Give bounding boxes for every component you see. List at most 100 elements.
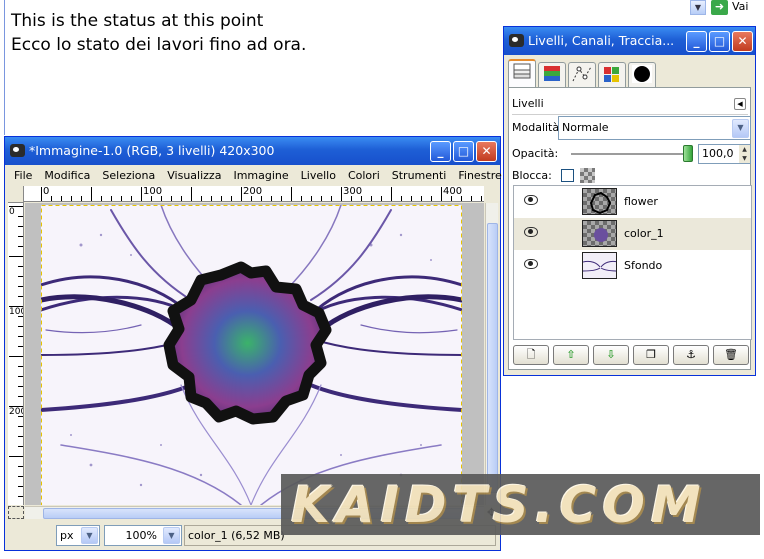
layer-buttons: 🗋 ⇧ ⇩ ❐ ⚓ 🗑	[513, 345, 752, 367]
lock-pixels-checkbox[interactable]	[561, 169, 574, 182]
opacity-spinbox[interactable]: 100,0 ▲ ▼	[698, 144, 751, 164]
menu-colori[interactable]: Colori	[342, 166, 386, 185]
quick-mask-toggle[interactable]	[8, 506, 24, 519]
ruler-label: 300	[343, 186, 363, 197]
ruler-tick	[18, 446, 23, 447]
layers-window: Livelli, Canali, Traccia... _ □ ✕ Livell…	[503, 26, 756, 376]
address-dropdown-button[interactable]: ▼	[690, 0, 706, 15]
maximize-button[interactable]: □	[453, 141, 474, 162]
mode-select[interactable]: Normale ▼	[558, 116, 751, 140]
mode-value: Normale	[562, 121, 609, 134]
ruler-tick	[291, 187, 292, 201]
delete-layer-button[interactable]: 🗑	[713, 345, 749, 365]
layers-tab-icon	[513, 63, 531, 79]
ruler-tick	[18, 236, 23, 237]
ruler-tick	[231, 196, 232, 201]
ruler-corner[interactable]	[8, 186, 24, 203]
ruler-label: 100	[143, 186, 163, 197]
menu-immagine[interactable]: Immagine	[227, 166, 294, 185]
eye-icon[interactable]	[524, 259, 538, 269]
lock-alpha-icon[interactable]	[580, 168, 595, 183]
menu-visualizza[interactable]: Visualizza	[161, 166, 227, 185]
spin-arrows-icon[interactable]: ▲ ▼	[739, 145, 750, 163]
tab-layers[interactable]	[508, 59, 536, 88]
ruler-tick	[271, 196, 272, 201]
image-window-titlebar[interactable]: *Immagine-1.0 (RGB, 3 livelli) 420x300 _…	[5, 137, 500, 165]
ruler-tick	[301, 196, 302, 201]
tab-paths[interactable]	[568, 62, 596, 87]
layer-row-flower[interactable]: flower	[514, 186, 751, 218]
layer-row-sfondo[interactable]: Sfondo	[514, 250, 751, 282]
close-button[interactable]: ✕	[476, 141, 497, 162]
raise-layer-button[interactable]: ⇧	[553, 345, 589, 365]
ruler-tick	[121, 196, 122, 201]
anchor-layer-icon: ⚓	[686, 348, 696, 361]
ruler-tick	[18, 226, 23, 227]
opacity-slider-handle[interactable]	[683, 145, 693, 162]
tab-brushes[interactable]	[628, 62, 656, 87]
lower-layer-icon: ⇩	[606, 348, 616, 361]
paths-tab-icon	[572, 66, 592, 82]
vertical-ruler[interactable]: 0 100 200	[8, 203, 24, 505]
status-note-en: This is the status at this point	[11, 11, 264, 31]
eye-icon[interactable]	[524, 195, 538, 205]
ruler-tick	[18, 436, 23, 437]
chevron-down-icon[interactable]: ▼	[163, 527, 180, 544]
maximize-button[interactable]: □	[709, 31, 730, 52]
chevron-down-icon: ▼	[694, 3, 702, 12]
ruler-tick	[9, 356, 23, 357]
panel-menu-icon[interactable]: ◀	[734, 98, 746, 110]
ruler-tick	[171, 196, 172, 201]
opacity-slider[interactable]	[571, 153, 687, 155]
ruler-tick	[201, 196, 202, 201]
ruler-tick	[18, 346, 23, 347]
eye-icon[interactable]	[524, 227, 538, 237]
tab-colormap[interactable]	[598, 62, 626, 87]
anchor-layer-button[interactable]: ⚓	[673, 345, 709, 365]
image-canvas[interactable]	[25, 203, 484, 505]
menu-file[interactable]: File	[8, 166, 38, 185]
ruler-tick	[321, 196, 322, 201]
image-menubar: File Modifica Seleziona Visualizza Immagine L…	[8, 166, 537, 185]
layers-window-titlebar[interactable]: Livelli, Canali, Traccia... _ □ ✕	[504, 27, 755, 55]
chevron-down-icon[interactable]: ▼	[81, 527, 98, 544]
window-edge	[4, 0, 5, 135]
minimize-button[interactable]: _	[686, 31, 707, 52]
scroll-thumb[interactable]	[487, 223, 498, 493]
zoom-select[interactable]: 100% ▼	[104, 525, 182, 546]
vertical-scrollbar[interactable]	[485, 203, 498, 505]
go-button[interactable]: ➜ Vai	[711, 0, 764, 15]
close-button[interactable]: ✕	[732, 31, 753, 52]
layer-name: color_1	[624, 227, 664, 240]
chevron-down-icon[interactable]: ▼	[732, 119, 749, 138]
tab-channels[interactable]	[538, 62, 566, 87]
ruler-tick	[9, 456, 23, 457]
unit-select[interactable]: px ▼	[56, 525, 100, 546]
minimize-button[interactable]: _	[430, 141, 451, 162]
ruler-tick	[221, 196, 222, 201]
lower-layer-button[interactable]: ⇩	[593, 345, 629, 365]
ruler-tick	[18, 326, 23, 327]
lock-label: Blocca:	[512, 169, 552, 182]
ruler-label: 200	[9, 407, 23, 417]
layer-row-color-1[interactable]: color_1	[514, 218, 751, 250]
ruler-tick	[481, 196, 482, 201]
duplicate-layer-button[interactable]: ❐	[633, 345, 669, 365]
ruler-tick	[18, 386, 23, 387]
menu-finestre[interactable]: Finestre	[452, 166, 507, 185]
layer-name: flower	[624, 195, 658, 208]
ruler-tick	[18, 426, 23, 427]
ruler-tick	[18, 266, 23, 267]
ruler-tick	[141, 187, 142, 201]
divider	[512, 114, 748, 115]
menu-seleziona[interactable]: Seleziona	[96, 166, 161, 185]
new-layer-button[interactable]: 🗋	[513, 345, 549, 365]
ruler-tick	[391, 187, 392, 201]
menu-livello[interactable]: Livello	[295, 166, 342, 185]
horizontal-ruler[interactable]: 0 100 200 300 400	[24, 186, 484, 202]
menu-modifica[interactable]: Modifica	[38, 166, 96, 185]
delete-layer-icon: 🗑	[724, 348, 738, 361]
opacity-label: Opacità:	[512, 147, 559, 160]
menu-strumenti[interactable]: Strumenti	[386, 166, 453, 185]
ruler-tick	[9, 256, 23, 257]
